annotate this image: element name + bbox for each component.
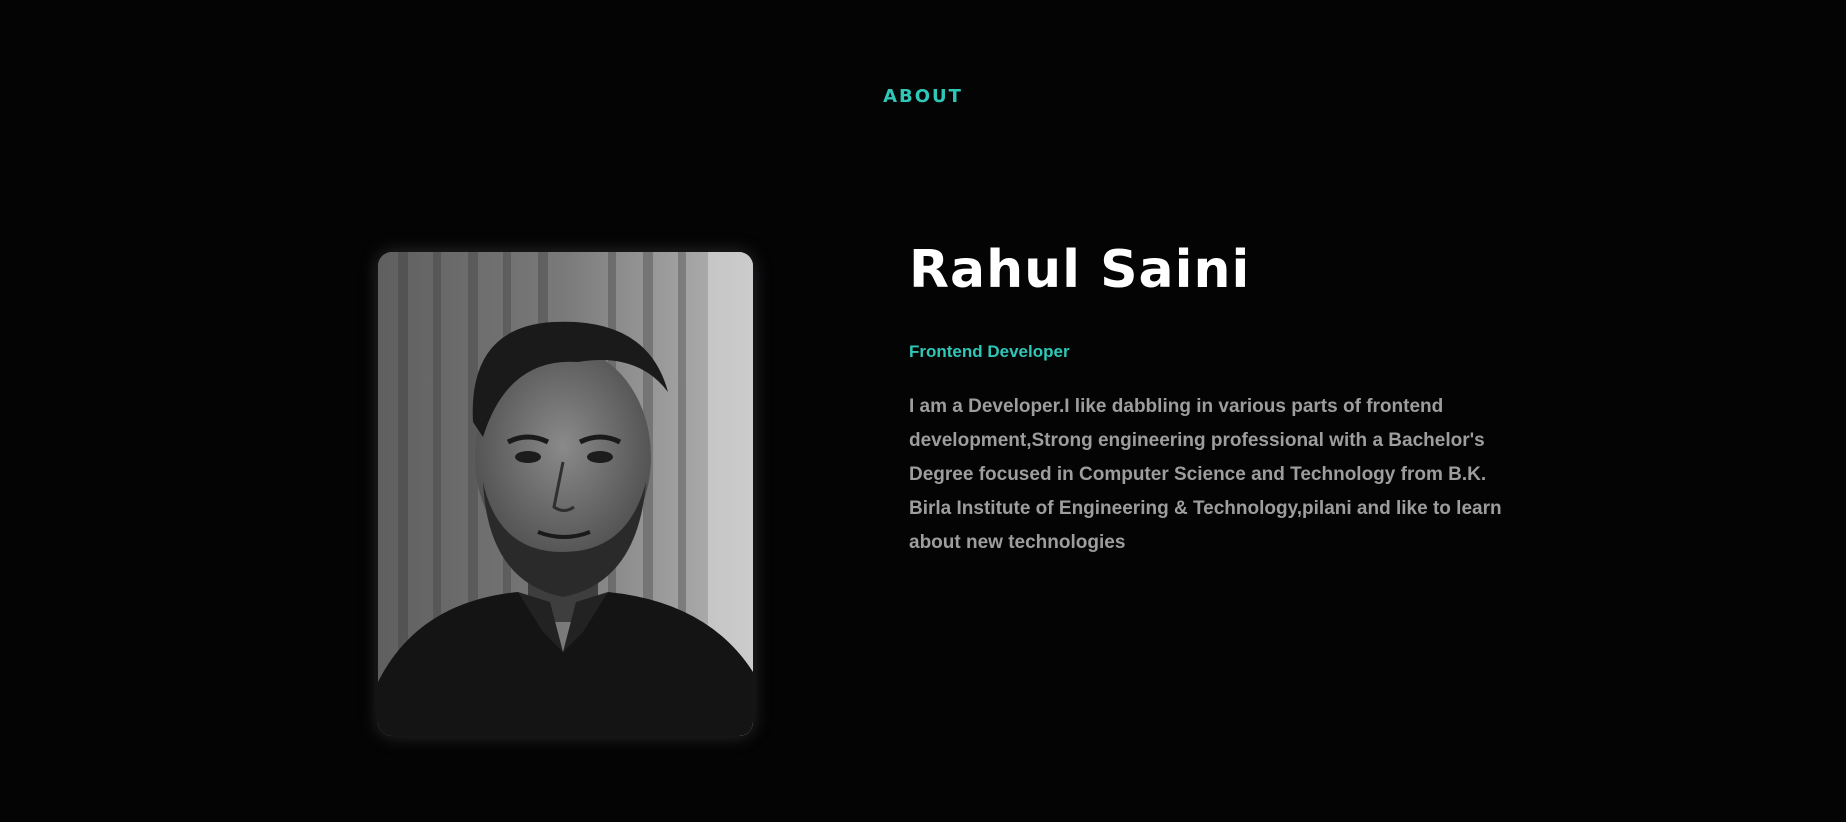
profile-photo-illustration (378, 252, 753, 736)
profile-bio: I am a Developer.I like dabbling in vari… (909, 396, 1502, 553)
profile-role: Frontend Developer (909, 342, 1070, 361)
profile-photo (378, 252, 753, 736)
profile-name: Rahul Saini (909, 240, 1251, 300)
section-title: ABOUT (883, 86, 963, 107)
about-section: ABOUT Rahul Saini Frontend Developer I a… (0, 0, 1846, 822)
